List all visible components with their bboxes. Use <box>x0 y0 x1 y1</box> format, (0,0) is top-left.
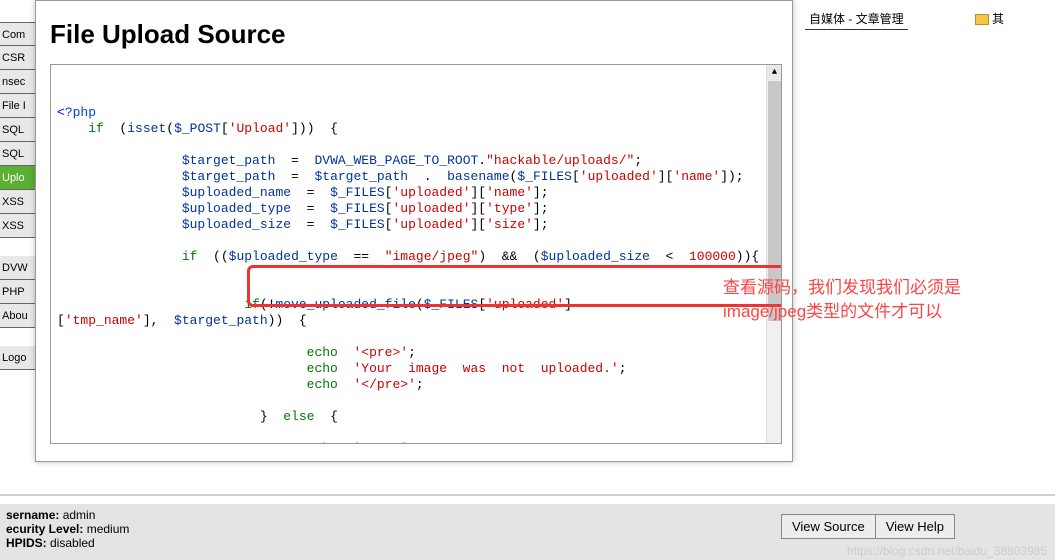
sidebar-item[interactable]: File I <box>0 94 38 118</box>
page-footer: sername: admin ecurity Level: medium HPI… <box>0 504 1055 560</box>
source-code: <?php if (isset($_POST['Upload'])) { $ta… <box>57 105 775 444</box>
sidebar-nav: ComCSRnsecFile ISQLSQLUploXSSXSSDVWPHPAb… <box>0 0 38 432</box>
folder-icon <box>975 14 989 25</box>
sidebar-item[interactable]: SQL <box>0 142 38 166</box>
username-value: admin <box>59 508 95 522</box>
popup-title: File Upload Source <box>50 19 782 50</box>
source-popup: File Upload Source <?php if (isset($_POS… <box>35 0 793 462</box>
security-level-value: medium <box>83 522 129 536</box>
view-source-button[interactable]: View Source <box>781 514 876 539</box>
sidebar-item[interactable]: DVW <box>0 256 38 280</box>
sidebar-item[interactable]: CSR <box>0 46 38 70</box>
separator <box>0 494 1055 496</box>
view-help-button[interactable]: View Help <box>875 514 955 539</box>
sidebar-item[interactable]: nsec <box>0 70 38 94</box>
source-code-box: <?php if (isset($_POST['Upload'])) { $ta… <box>50 64 782 444</box>
sidebar-item[interactable]: XSS <box>0 190 38 214</box>
watermark-text: https://blog.csdn.net/baidu_38803985 <box>847 544 1047 558</box>
browser-tab-strip: 自媒体 - 文章管理 其 <box>805 8 1055 30</box>
annotation-text: 查看源码，我们发现我们必须是 image/jpeg类型的文件才可以 <box>723 276 1043 324</box>
bookmark-item[interactable]: 其 <box>971 8 1008 29</box>
sidebar-item[interactable]: Abou <box>0 304 38 328</box>
sidebar-item[interactable]: Logo <box>0 346 38 370</box>
sidebar-item[interactable]: Uplo <box>0 166 38 190</box>
sidebar-item[interactable]: PHP <box>0 280 38 304</box>
sidebar-item[interactable]: Com <box>0 22 38 46</box>
scroll-up-icon[interactable]: ▲ <box>767 65 782 80</box>
browser-tab[interactable]: 自媒体 - 文章管理 <box>805 8 908 30</box>
security-level-label: ecurity Level: <box>6 522 83 536</box>
phpids-value: disabled <box>47 536 95 550</box>
sidebar-item[interactable]: XSS <box>0 214 38 238</box>
scrollbar-vertical[interactable]: ▲ <box>766 65 781 443</box>
sidebar-item[interactable]: SQL <box>0 118 38 142</box>
phpids-label: HPIDS: <box>6 536 47 550</box>
username-label: sername: <box>6 508 59 522</box>
